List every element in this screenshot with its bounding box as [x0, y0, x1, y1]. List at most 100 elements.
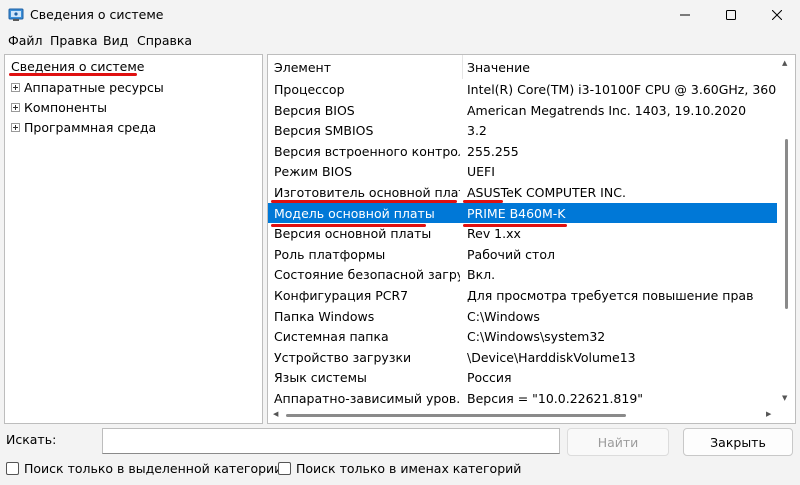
find-button[interactable]: Найти	[567, 428, 669, 456]
menu-file[interactable]: Файл	[8, 33, 43, 48]
column-header-element[interactable]: Элемент	[274, 60, 331, 75]
table-row[interactable]: Аппаратно-зависимый уров... Версия = "10.…	[268, 388, 778, 409]
cell-value: UEFI	[467, 164, 495, 180]
menu-view[interactable]: Вид	[103, 33, 128, 48]
cell-value: \Device\HarddiskVolume13	[467, 349, 636, 365]
cell-value: American Megatrends Inc. 1403, 19.10.202…	[467, 102, 747, 118]
vertical-scroll-thumb[interactable]	[785, 139, 788, 309]
annotation-underline	[271, 224, 426, 227]
cell-value: C:\Windows	[467, 308, 540, 324]
close-window-button[interactable]	[754, 0, 800, 30]
title-bar: Сведения о системе	[0, 0, 800, 30]
search-label: Искать:	[6, 432, 57, 447]
cell-element: Версия SMBIOS	[274, 123, 374, 139]
close-button[interactable]: Закрыть	[683, 428, 793, 456]
maximize-icon	[726, 10, 736, 20]
list-rows: Процессор Intel(R) Core(TM) i3-10100F CPU…	[268, 79, 778, 409]
cell-element: Устройство загрузки	[274, 349, 412, 365]
cell-value: Для просмотра требуется повышение прав	[467, 287, 754, 303]
expand-icon[interactable]	[11, 102, 20, 112]
system-info-icon	[8, 7, 24, 23]
cell-element: Папка Windows	[274, 308, 375, 324]
cell-element: Процессор	[274, 82, 345, 97]
cell-value: Intel(R) Core(TM) i3-10100F CPU @ 3.60GH…	[467, 82, 778, 97]
cell-value: Вкл.	[467, 267, 496, 283]
tree-root-system-summary[interactable]: Сведения о системе	[11, 59, 145, 74]
table-row[interactable]: Режим BIOS UEFI	[268, 161, 778, 182]
cell-element: Версия основной платы	[274, 226, 432, 242]
tree-item-components[interactable]: Компоненты	[11, 98, 107, 116]
search-selected-category-option[interactable]: Поиск только в выделенной категории	[6, 461, 282, 476]
table-row[interactable]: Состояние безопасной загру... Вкл.	[268, 264, 778, 285]
column-header-value[interactable]: Значение	[467, 60, 530, 75]
table-row[interactable]: Конфигурация PCR7 Для просмотра требуется…	[268, 285, 778, 306]
cell-element: Системная папка	[274, 329, 389, 345]
annotation-underline	[9, 73, 137, 76]
table-row[interactable]: Устройство загрузки \Device\HarddiskVolum…	[268, 347, 778, 368]
tree-item-hardware-resources[interactable]: Аппаратные ресурсы	[11, 78, 164, 96]
cell-value: Россия	[467, 370, 512, 386]
annotation-underline	[271, 200, 457, 203]
checkbox-label: Поиск только в именах категорий	[296, 461, 522, 476]
tree-item-label: Компоненты	[24, 99, 107, 115]
cell-element: Конфигурация PCR7	[274, 287, 409, 303]
table-row[interactable]: Версия BIOS American Megatrends Inc. 1403…	[268, 100, 778, 121]
vertical-scrollbar[interactable]: ▲ ▼	[777, 55, 795, 407]
table-row[interactable]: Версия встроенного контрол... 255.255	[268, 141, 778, 162]
close-icon	[772, 10, 782, 20]
horizontal-scrollbar[interactable]: ◀ ▶	[268, 407, 778, 423]
table-row[interactable]: Системная папка C:\Windows\system32	[268, 326, 778, 347]
cell-element: Изготовитель основной платы	[274, 184, 460, 200]
column-divider[interactable]	[462, 55, 463, 79]
scroll-down-icon[interactable]: ▼	[782, 394, 787, 402]
menu-help[interactable]: Справка	[137, 33, 192, 48]
cell-value: Версия = "10.0.22621.819"	[467, 390, 644, 406]
tree-item-software-environment[interactable]: Программная среда	[11, 118, 156, 136]
expand-icon[interactable]	[11, 82, 20, 92]
cell-value: PRIME B460M-K	[467, 205, 566, 221]
cell-value: 255.255	[467, 143, 519, 159]
minimize-button[interactable]	[662, 0, 708, 30]
search-category-names-option[interactable]: Поиск только в именах категорий	[278, 461, 521, 476]
search-input[interactable]	[102, 428, 560, 454]
table-row[interactable]: Папка Windows C:\Windows	[268, 306, 778, 327]
cell-element: Режим BIOS	[274, 164, 353, 180]
cell-element: Аппаратно-зависимый уров...	[274, 390, 460, 406]
tree-item-label: Аппаратные ресурсы	[24, 79, 164, 95]
cell-element: Состояние безопасной загру...	[274, 267, 460, 283]
details-list[interactable]: Элемент Значение Процессор Intel(R) Core(…	[267, 54, 796, 424]
cell-element: Модель основной платы	[274, 205, 435, 221]
tree-item-label: Программная среда	[24, 119, 157, 135]
category-tree[interactable]: Сведения о системе Аппаратные ресурсы Ко…	[4, 54, 263, 424]
search-selected-category-checkbox[interactable]	[6, 462, 19, 475]
scroll-left-icon[interactable]: ◀	[273, 410, 278, 418]
maximize-button[interactable]	[708, 0, 754, 30]
cell-value: C:\Windows\system32	[467, 329, 606, 345]
table-row[interactable]: Версия SMBIOS 3.2	[268, 120, 778, 141]
table-row-selected[interactable]: Модель основной платы PRIME B460M-K	[268, 202, 778, 224]
annotation-underline	[463, 200, 503, 203]
table-row[interactable]: Язык системы Россия	[268, 367, 778, 388]
cell-value: Рабочий стол	[467, 246, 555, 262]
horizontal-scroll-thumb[interactable]	[286, 414, 626, 417]
search-category-names-checkbox[interactable]	[278, 462, 291, 475]
expand-icon[interactable]	[11, 122, 20, 132]
cell-value: ASUSTeK COMPUTER INC.	[467, 184, 626, 200]
annotation-underline	[463, 224, 567, 227]
cell-value: Rev 1.xx	[467, 226, 521, 242]
table-row[interactable]: Процессор Intel(R) Core(TM) i3-10100F CPU…	[268, 79, 778, 100]
scroll-right-icon[interactable]: ▶	[766, 410, 771, 418]
cell-value: 3.2	[467, 123, 487, 139]
cell-element: Роль платформы	[274, 246, 386, 262]
window-title: Сведения о системе	[30, 7, 164, 22]
list-header: Элемент Значение	[268, 55, 778, 79]
menu-bar: Файл Правка Вид Справка	[0, 30, 800, 52]
cell-element: Версия BIOS	[274, 102, 355, 118]
minimize-icon	[680, 14, 690, 16]
cell-element: Язык системы	[274, 370, 367, 386]
checkbox-label: Поиск только в выделенной категории	[24, 461, 283, 476]
cell-element: Версия встроенного контрол...	[274, 143, 460, 159]
menu-edit[interactable]: Правка	[50, 33, 98, 48]
scroll-up-icon[interactable]: ▲	[782, 59, 787, 67]
table-row[interactable]: Роль платформы Рабочий стол	[268, 244, 778, 265]
